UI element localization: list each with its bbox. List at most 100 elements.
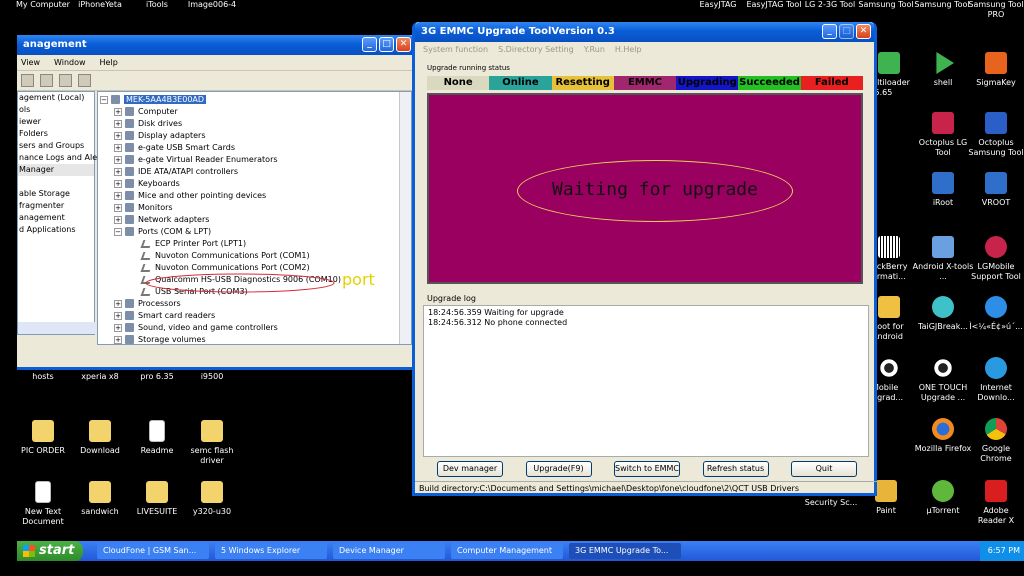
desktop-icon-image006[interactable]: Image006-4 [181, 0, 243, 10]
desktop-icon-samsung-tool-2[interactable]: Samsung Tool [914, 0, 970, 10]
desktop-icon-pro635[interactable]: pro 6.35 [126, 372, 188, 382]
device-tree-item[interactable]: + Processors [114, 298, 181, 310]
device-tree-item[interactable]: + IDE ATA/ATAPI controllers [114, 166, 238, 178]
desktop-icon-utorrent[interactable]: µTorrent [912, 480, 974, 516]
expand-icon[interactable]: + [114, 335, 122, 344]
desktop-icon-my-computer[interactable]: My Computer [12, 0, 74, 10]
maximize-button[interactable]: □ [379, 37, 394, 52]
device-tree-root[interactable]: − MEK-5AA4B3E00AD [100, 94, 207, 106]
expand-icon[interactable]: + [114, 299, 122, 308]
menu-view[interactable]: View [21, 58, 40, 67]
desktop-icon-iphoneyeta[interactable]: iPhoneYeta [69, 0, 131, 10]
tree-item[interactable]: agement (Local) [18, 92, 94, 104]
desktop-icon-semc[interactable]: semc flash driver [181, 420, 243, 466]
expand-icon[interactable]: + [114, 167, 122, 176]
upgrade-log[interactable]: 18:24:56.359 Waiting for upgrade 18:24:5… [423, 305, 869, 457]
dev-manager-button[interactable]: Dev manager [437, 461, 503, 477]
vertical-scrollbar[interactable] [399, 92, 411, 344]
close-button[interactable]: ✕ [396, 37, 411, 52]
horizontal-scrollbar[interactable] [18, 322, 96, 334]
expand-icon[interactable]: + [114, 107, 122, 116]
menu-directory-setting[interactable]: S.Directory Setting [498, 45, 574, 55]
desktop-icon-lgmobile[interactable]: LGMobile Support Tool [968, 236, 1024, 282]
desktop-icon-itools[interactable]: iTools [126, 0, 188, 10]
tree-item[interactable]: ols [18, 104, 94, 116]
help-icon[interactable] [40, 74, 53, 87]
device-tree-item[interactable]: + Keyboards [114, 178, 180, 190]
desktop-icon-samsung-tool-1[interactable]: Samsung Tool [858, 0, 914, 10]
desktop-icon-download[interactable]: Download [69, 420, 131, 456]
taskbar-item-device-manager[interactable]: Device Manager [333, 543, 445, 559]
expand-icon[interactable]: + [114, 203, 122, 212]
collapse-icon[interactable]: − [100, 95, 108, 104]
desktop-icon-lg-tool[interactable]: LG 2-3G Tool [802, 0, 858, 10]
desktop-icon-root-android[interactable]: Root for Android [872, 296, 912, 342]
device-tree-item[interactable]: + Computer [114, 106, 178, 118]
print-icon[interactable] [21, 74, 34, 87]
desktop-icon-hosts[interactable]: hosts [12, 372, 74, 382]
device-tree-item[interactable]: + e-gate USB Smart Cards [114, 142, 235, 154]
switch-emmc-button[interactable]: Switch to EMMC [614, 461, 680, 477]
computer-management-window[interactable]: anagement _ □ ✕ View Window Help agement… [17, 35, 417, 370]
emmc-titlebar[interactable]: 3G EMMC Upgrade ToolVersion 0.3 _ □ ✕ [415, 22, 874, 42]
desktop-icon-taig[interactable]: TaiGJBreak... [912, 296, 974, 332]
expand-icon[interactable]: + [114, 131, 122, 140]
desktop-icon-readme[interactable]: Readme [126, 420, 188, 456]
quit-button[interactable]: Quit [791, 461, 857, 477]
desktop-icon-shell[interactable]: shell [912, 52, 974, 88]
expand-icon[interactable]: + [114, 323, 122, 332]
taskbar-item-computer-management[interactable]: Computer Management [451, 543, 563, 559]
refresh-icon[interactable] [78, 74, 91, 87]
device-tree-item[interactable]: + Display adapters [114, 130, 206, 142]
tree-item[interactable]: anagement [18, 212, 94, 224]
desktop-icon-firefox[interactable]: Mozilla Firefox [912, 418, 974, 454]
desktop-icon-sandwich[interactable]: sandwich [69, 481, 131, 517]
device-tree-item[interactable]: + Sound, video and game controllers [114, 322, 278, 334]
device-tree-item[interactable]: + Storage volumes [114, 334, 206, 346]
desktop-icon-sigmakey[interactable]: SigmaKey [968, 52, 1024, 88]
maximize-button[interactable]: □ [839, 24, 854, 39]
taskbar-item-emmc-tool[interactable]: 3G EMMC Upgrade To... [569, 543, 681, 559]
expand-icon[interactable]: + [114, 155, 122, 164]
taskbar-item-cloudfone[interactable]: CloudFone | GSM San... [97, 543, 209, 559]
desktop-icon-i9500[interactable]: i9500 [181, 372, 243, 382]
menu-system-function[interactable]: System function [423, 45, 488, 55]
tree-item[interactable]: d Applications [18, 224, 94, 236]
desktop-icon-adobe-reader[interactable]: Adobe Reader X [968, 480, 1024, 526]
tree-item[interactable]: iewer [18, 116, 94, 128]
device-tree-item[interactable]: ECP Printer Port (LPT1) [140, 238, 246, 250]
menu-help[interactable]: Help [100, 58, 118, 67]
desktop-icon-samsung-tool-pro[interactable]: Samsung Tool PRO [968, 0, 1024, 20]
desktop-icon-garbled[interactable]: Ì<¼«É¢»ú´... [968, 296, 1024, 332]
desktop-icon-mobile-upgrade[interactable]: Mobile pgrad... [872, 357, 912, 403]
desktop-icon-octoplus-samsung[interactable]: Octoplus Samsung Tool [968, 112, 1024, 158]
system-tray-clock[interactable]: 6:57 PM [980, 541, 1024, 561]
taskbar-item-windows-explorer[interactable]: 5 Windows Explorer [215, 543, 327, 559]
tree-item[interactable]: fragmenter [18, 200, 94, 212]
menu-run[interactable]: Y.Run [584, 45, 605, 55]
tree-item[interactable]: Folders [18, 128, 94, 140]
device-tree-item[interactable]: + Mice and other pointing devices [114, 190, 266, 202]
device-tree-item[interactable]: Nuvoton Communications Port (COM1) [140, 250, 310, 262]
properties-icon[interactable] [59, 74, 72, 87]
desktop-icon-blackberry[interactable]: ackBerry ormati... [872, 236, 912, 282]
device-tree-item[interactable]: − Ports (COM & LPT) [114, 226, 211, 238]
minimize-button[interactable]: _ [362, 37, 377, 52]
desktop-icon-multiloader[interactable]: ultiloader .5.65 [872, 52, 912, 98]
desktop-icon-new-text[interactable]: New Text Document [12, 481, 74, 527]
tree-item[interactable]: nance Logs and Alerts [18, 152, 108, 164]
tree-item[interactable]: able Storage [18, 188, 94, 200]
close-button[interactable]: ✕ [856, 24, 871, 39]
device-tree-item[interactable]: + e-gate Virtual Reader Enumerators [114, 154, 278, 166]
menu-window[interactable]: Window [54, 58, 86, 67]
device-tree-item[interactable]: + Monitors [114, 202, 173, 214]
desktop-icon-xperia[interactable]: xperia x8 [69, 372, 131, 382]
desktop-icon-one-touch[interactable]: ONE TOUCH Upgrade ... [912, 357, 974, 403]
desktop-icon-iroot[interactable]: iRoot [912, 172, 974, 208]
expand-icon[interactable]: + [114, 179, 122, 188]
desktop-icon-livesuite[interactable]: LIVESUITE [126, 481, 188, 517]
expand-icon[interactable]: + [114, 119, 122, 128]
desktop-icon-chrome[interactable]: Google Chrome [968, 418, 1024, 464]
upgrade-button[interactable]: Upgrade(F9) [525, 461, 592, 477]
minimize-button[interactable]: _ [822, 24, 837, 39]
